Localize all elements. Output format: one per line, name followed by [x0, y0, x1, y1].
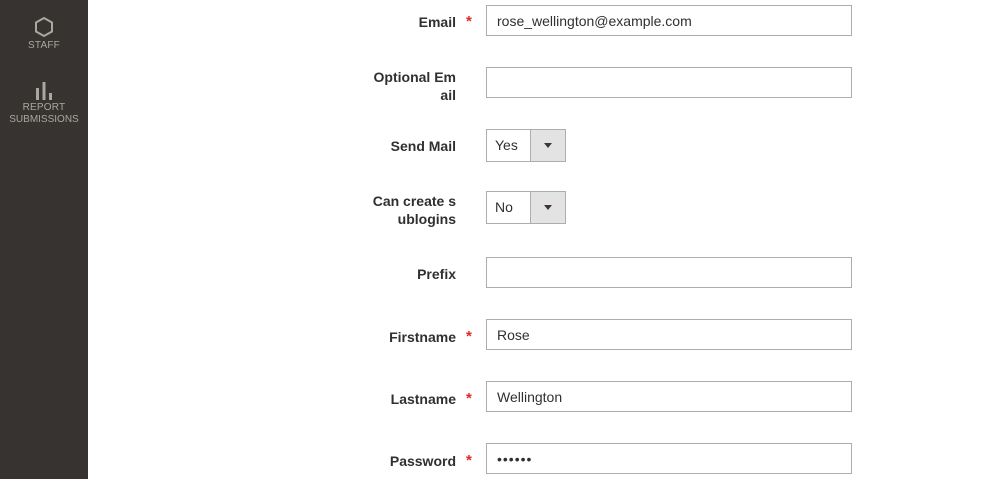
can-create-sublogins-label-line2: ublogins — [397, 211, 456, 227]
sidebar-item-label: STAFF — [28, 40, 60, 51]
email-label: Email — [418, 14, 456, 30]
optional-email-input[interactable] — [486, 67, 852, 98]
prefix-label: Prefix — [417, 266, 456, 282]
sidebar-item-label-line2: SUBMISSIONS — [9, 114, 79, 122]
can-create-sublogins-label: Can create s ublogins — [356, 192, 456, 228]
password-input[interactable]: •••••• — [486, 443, 852, 474]
can-create-sublogins-select[interactable]: No — [486, 191, 566, 224]
required-asterisk: * — [466, 13, 472, 30]
bar-chart-icon — [36, 82, 52, 100]
prefix-input[interactable] — [486, 257, 852, 288]
sidebar-item-report[interactable]: REPORT SUBMISSIONS — [0, 80, 88, 122]
can-create-sublogins-label-line1: Can create s — [372, 193, 456, 209]
optional-email-label-line1: Optional Em — [373, 69, 456, 85]
lastname-input[interactable]: Wellington — [486, 381, 852, 412]
chevron-down-icon[interactable] — [530, 192, 565, 223]
required-asterisk: * — [466, 452, 472, 469]
chevron-down-icon[interactable] — [530, 130, 565, 161]
password-label: Password — [389, 453, 456, 469]
firstname-input[interactable]: Rose — [486, 319, 852, 350]
hexagon-icon — [35, 16, 53, 38]
email-input[interactable]: rose_wellington@example.com — [486, 5, 852, 36]
can-create-sublogins-selected-value: No — [495, 199, 513, 215]
optional-email-label-line2: ail — [440, 87, 456, 103]
required-asterisk: * — [466, 328, 472, 345]
send-mail-selected-value: Yes — [495, 137, 518, 153]
admin-sidebar: STAFF REPORT SUBMISSIONS — [0, 0, 88, 479]
sidebar-item-label: REPORT — [22, 102, 66, 113]
send-mail-label: Send Mail — [390, 138, 456, 154]
send-mail-select[interactable]: Yes — [486, 129, 566, 162]
optional-email-label: Optional Em ail — [356, 68, 456, 104]
firstname-label: Firstname — [389, 329, 456, 345]
sidebar-item-staff[interactable]: STAFF — [0, 16, 88, 52]
lastname-label: Lastname — [390, 391, 456, 407]
required-asterisk: * — [466, 390, 472, 407]
